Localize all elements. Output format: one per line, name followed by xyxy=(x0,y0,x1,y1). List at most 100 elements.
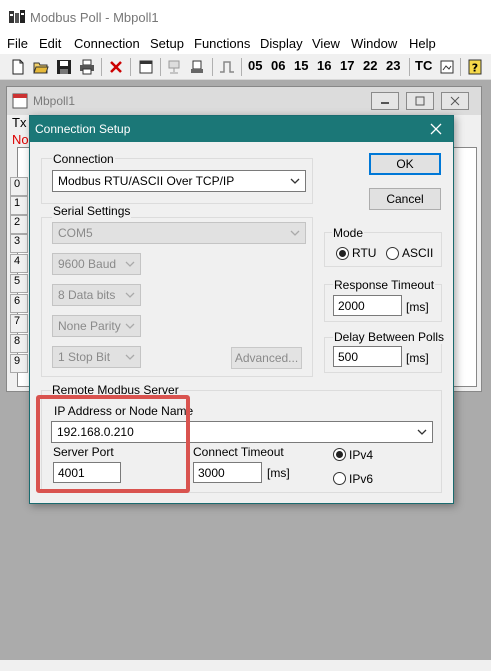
delay-between-polls-label: Delay Between Polls xyxy=(333,330,446,344)
row-number: 8 xyxy=(10,334,28,353)
menu-view[interactable]: View xyxy=(312,36,340,51)
ipv6-label: IPv6 xyxy=(349,472,374,486)
baud-rate-dropdown[interactable]: 9600 Baud xyxy=(52,253,141,275)
row-number: 5 xyxy=(10,274,28,293)
response-timeout-input[interactable]: 2000 xyxy=(333,295,402,316)
stop-bits-dropdown[interactable]: 1 Stop Bit xyxy=(52,346,141,368)
chevron-down-icon xyxy=(290,178,300,184)
function-16-button[interactable]: 16 xyxy=(317,58,331,73)
new-file-icon[interactable] xyxy=(8,57,28,77)
chevron-down-icon xyxy=(125,261,135,267)
open-folder-icon[interactable] xyxy=(31,57,51,77)
row-number: 1 xyxy=(10,196,28,215)
help-icon[interactable]: ? xyxy=(465,57,485,77)
modbus-poll-app-icon xyxy=(9,10,25,23)
com-port-dropdown[interactable]: COM5 xyxy=(52,222,306,244)
menu-setup[interactable]: Setup xyxy=(150,36,184,51)
mbpoll1-title-bar: Mbpoll1 xyxy=(7,87,481,115)
serial-settings-label: Serial Settings xyxy=(52,204,132,218)
row-number: 4 xyxy=(10,254,28,273)
close-button[interactable] xyxy=(441,92,469,110)
toolbar-separator xyxy=(409,58,410,76)
rtu-radio[interactable] xyxy=(336,247,349,260)
parity-dropdown[interactable]: None Parity xyxy=(52,315,141,337)
menu-help[interactable]: Help xyxy=(409,36,436,51)
function-05-button[interactable]: 05 xyxy=(248,58,262,73)
ipv6-radio[interactable] xyxy=(333,472,346,485)
ascii-label: ASCII xyxy=(402,246,434,260)
cancel-button[interactable]: Cancel xyxy=(369,188,441,210)
menu-display[interactable]: Display xyxy=(260,36,303,51)
chevron-down-icon xyxy=(125,354,135,360)
row-number: 6 xyxy=(10,294,28,313)
toolbar-separator xyxy=(130,58,131,76)
response-timeout-unit: [ms] xyxy=(406,300,429,314)
toolbar-separator xyxy=(460,58,461,76)
delete-icon[interactable] xyxy=(106,57,126,77)
row-number: 7 xyxy=(10,314,28,333)
window-icon[interactable] xyxy=(136,57,156,77)
function-06-button[interactable]: 06 xyxy=(271,58,285,73)
status-label: No xyxy=(12,132,29,147)
tx-counter-label: Tx xyxy=(12,115,27,130)
stop-bits-value: 1 Stop Bit xyxy=(58,350,111,364)
mode-label: Mode xyxy=(332,226,365,240)
svg-text:?: ? xyxy=(472,62,478,75)
function-23-button[interactable]: 23 xyxy=(386,58,400,73)
toolbar: 05 06 15 16 17 22 23 TC ? xyxy=(0,54,491,80)
function-15-button[interactable]: 15 xyxy=(294,58,308,73)
menu-functions[interactable]: Functions xyxy=(194,36,250,51)
row-number: 3 xyxy=(10,234,28,253)
connect-icon[interactable] xyxy=(164,57,184,77)
dialog-title-bar: Connection Setup xyxy=(30,116,453,142)
function-17-button[interactable]: 17 xyxy=(340,58,354,73)
data-bits-value: 8 Data bits xyxy=(58,288,116,302)
menu-window[interactable]: Window xyxy=(351,36,397,51)
com-port-value: COM5 xyxy=(58,226,93,240)
app-title: Modbus Poll - Mbpoll1 xyxy=(30,10,159,25)
data-bits-dropdown[interactable]: 8 Data bits xyxy=(52,284,141,306)
baud-rate-value: 9600 Baud xyxy=(58,257,117,271)
maximize-button[interactable] xyxy=(406,92,434,110)
connection-type-value: Modbus RTU/ASCII Over TCP/IP xyxy=(58,174,235,188)
menu-file[interactable]: File xyxy=(7,36,28,51)
menu-edit[interactable]: Edit xyxy=(39,36,61,51)
mbpoll1-title: Mbpoll1 xyxy=(33,94,76,108)
menu-connection[interactable]: Connection xyxy=(74,36,140,51)
connect-timeout-input[interactable]: 3000 xyxy=(193,462,262,483)
rtu-label: RTU xyxy=(352,246,377,260)
save-icon[interactable] xyxy=(54,57,74,77)
row-number: 0 xyxy=(10,177,28,196)
pulse-icon[interactable] xyxy=(217,57,237,77)
chevron-down-icon xyxy=(125,292,135,298)
tc-button[interactable]: TC xyxy=(415,58,432,73)
toolbar-separator xyxy=(101,58,102,76)
response-timeout-label: Response Timeout xyxy=(333,278,436,292)
app-title-bar: Modbus Poll - Mbpoll1 xyxy=(0,0,491,34)
maximize-icon xyxy=(415,96,425,106)
toolbar-separator xyxy=(160,58,161,76)
dialog-close-button[interactable] xyxy=(427,120,445,138)
ok-button[interactable]: OK xyxy=(369,153,441,175)
menu-bar: File Edit Connection Setup Functions Dis… xyxy=(0,34,491,54)
delay-between-polls-input[interactable]: 500 xyxy=(333,346,402,367)
chevron-down-icon xyxy=(417,429,427,435)
ascii-radio[interactable] xyxy=(386,247,399,260)
display-icon[interactable] xyxy=(437,57,457,77)
dialog-title: Connection Setup xyxy=(35,122,131,136)
row-number: 9 xyxy=(10,354,28,373)
toolbar-separator xyxy=(212,58,213,76)
advanced-button[interactable]: Advanced... xyxy=(231,347,302,369)
function-22-button[interactable]: 22 xyxy=(363,58,377,73)
connection-type-dropdown[interactable]: Modbus RTU/ASCII Over TCP/IP xyxy=(52,170,306,192)
document-icon xyxy=(12,93,28,109)
ipv4-radio[interactable] xyxy=(333,448,346,461)
disconnect-icon[interactable] xyxy=(187,57,207,77)
close-icon xyxy=(450,96,460,106)
toolbar-separator xyxy=(241,58,242,76)
connect-timeout-unit: [ms] xyxy=(267,466,290,480)
print-icon[interactable] xyxy=(77,57,97,77)
minimize-button[interactable] xyxy=(371,92,399,110)
minimize-icon xyxy=(381,102,389,104)
parity-value: None Parity xyxy=(58,319,121,333)
